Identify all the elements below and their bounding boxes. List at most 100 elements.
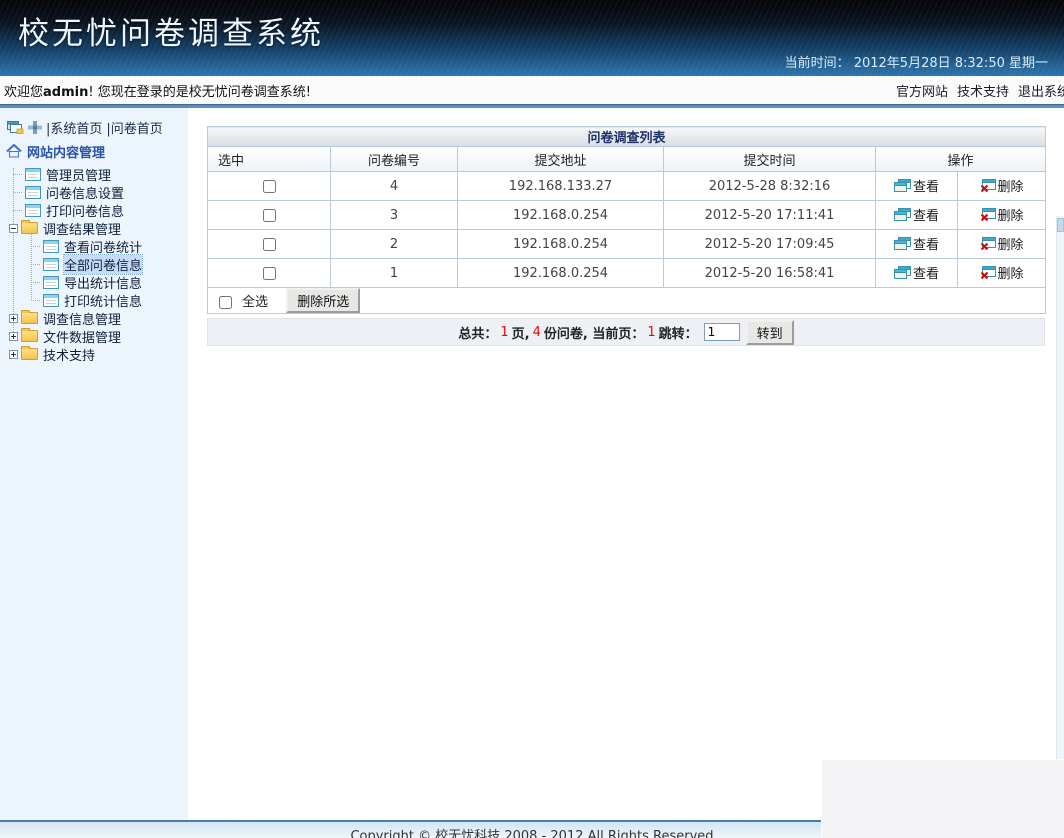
sidebar-item-label[interactable]: 技术支持 — [43, 345, 95, 364]
select-all-checkbox[interactable] — [219, 296, 232, 309]
content: |系统首页 |问卷首页 网站内容管理 管理员管理 — [0, 108, 1064, 820]
delete-icon — [980, 266, 996, 279]
col-header-ops: 操作 — [876, 147, 1046, 172]
sidebar-item-label[interactable]: 打印问卷信息 — [46, 201, 124, 220]
select-all-label: 全选 — [242, 295, 268, 310]
page-icon — [43, 258, 59, 271]
page-icon — [25, 186, 41, 199]
delete-selected-button[interactable]: 删除所选 — [286, 288, 360, 313]
system-home-link[interactable]: |系统首页 — [46, 118, 102, 137]
delete-link[interactable]: 删除 — [980, 234, 1024, 253]
sidebar-item-admin-manage[interactable]: 管理员管理 — [0, 165, 188, 183]
tree-connector — [13, 192, 22, 193]
row-checkbox[interactable] — [263, 238, 276, 251]
delete-link[interactable]: 删除 — [980, 205, 1024, 224]
delete-label: 删除 — [998, 176, 1024, 195]
pagination-pages-suffix: 页, — [512, 323, 530, 342]
sidebar-item-label-selected[interactable]: 全部问卷信息 — [64, 255, 142, 274]
table-footer-row: 全选 删除所选 — [208, 288, 1046, 314]
sidebar-item-all-survey-info[interactable]: 全部问卷信息 — [0, 255, 188, 273]
sidebar-item-label[interactable]: 管理员管理 — [46, 165, 111, 184]
pagination-jump-label: 跳转： — [659, 323, 698, 342]
scrollbar-thumb[interactable] — [1057, 218, 1064, 232]
pagination-total-pages: 1 — [500, 325, 508, 340]
sidebar-item-label[interactable]: 调查信息管理 — [43, 309, 121, 328]
view-icon — [894, 237, 911, 250]
col-header-select: 选中 — [208, 147, 331, 172]
delete-label: 删除 — [998, 263, 1024, 282]
tech-support-link[interactable]: 技术支持 — [957, 81, 1009, 100]
sidebar-item-print-stats[interactable]: 打印统计信息 — [0, 291, 188, 309]
sidebar-item-file-data-manage[interactable]: 文件数据管理 — [0, 327, 188, 345]
sidebar-tree: 管理员管理 问卷信息设置 打印问卷信息 调查结果管理 — [0, 165, 188, 363]
delete-label: 删除 — [998, 234, 1024, 253]
official-site-link[interactable]: 官方网站 — [896, 81, 948, 100]
sidebar-item-label[interactable]: 导出统计信息 — [64, 273, 142, 292]
scrollbar[interactable] — [1056, 216, 1064, 838]
collapse-icon[interactable] — [9, 224, 18, 233]
pagination-total-label: 总共： — [458, 323, 497, 342]
expand-icon[interactable] — [9, 332, 18, 341]
sidebar-item-print-survey-info[interactable]: 打印问卷信息 — [0, 201, 188, 219]
sidebar-item-label[interactable]: 打印统计信息 — [64, 291, 142, 310]
app-title: 校无忧问卷调查系统 — [18, 8, 324, 53]
expand-icon[interactable] — [9, 350, 18, 359]
page-icon — [43, 294, 59, 307]
col-header-time: 提交时间 — [664, 147, 876, 172]
row-checkbox[interactable] — [263, 209, 276, 222]
pagination-bar: 总共： 1 页, 4 份问卷, 当前页： 1 跳转： 转到 — [207, 318, 1045, 346]
sidebar-item-label[interactable]: 文件数据管理 — [43, 327, 121, 346]
sidebar-item-tech-support[interactable]: 技术支持 — [0, 345, 188, 363]
sidebar-item-label[interactable]: 调查结果管理 — [43, 219, 121, 238]
view-label: 查看 — [913, 263, 939, 282]
page-icon — [25, 204, 41, 217]
sidebar-item-site-content[interactable]: 网站内容管理 — [27, 142, 105, 161]
page-icon — [43, 276, 59, 289]
view-link[interactable]: 查看 — [894, 263, 939, 282]
page-icon — [25, 168, 41, 181]
sidebar-item-survey-info-setting[interactable]: 问卷信息设置 — [0, 183, 188, 201]
current-time: 当前时间： 2012年5月28日 8:32:50 星期一 — [785, 52, 1048, 71]
table-row: 4 192.168.133.27 2012-5-28 8:32:16 查看 删除 — [208, 172, 1046, 201]
submit-time: 2012-5-20 16:58:41 — [664, 259, 876, 288]
sidebar-item-survey-info-manage[interactable]: 调查信息管理 — [0, 309, 188, 327]
page-jump-input[interactable] — [704, 323, 740, 341]
tree-connector — [13, 210, 22, 211]
folder-icon — [21, 312, 38, 324]
folder-open-icon — [21, 222, 38, 234]
survey-home-link[interactable]: |问卷首页 — [106, 118, 162, 137]
view-label: 查看 — [913, 234, 939, 253]
logout-link[interactable]: 退出系统 — [1018, 81, 1064, 100]
delete-icon — [980, 237, 996, 250]
sidebar-item-label[interactable]: 问卷信息设置 — [46, 183, 124, 202]
sidebar-item-export-stats[interactable]: 导出统计信息 — [0, 273, 188, 291]
delete-link[interactable]: 删除 — [980, 176, 1024, 195]
row-checkbox[interactable] — [263, 180, 276, 193]
sidebar: |系统首页 |问卷首页 网站内容管理 管理员管理 — [0, 108, 188, 820]
expand-icon[interactable] — [9, 314, 18, 323]
sidebar-item-label[interactable]: 查看问卷统计 — [64, 237, 142, 256]
submit-ip: 192.168.0.254 — [458, 201, 664, 230]
banner: 校无忧问卷调查系统 当前时间： 2012年5月28日 8:32:50 星期一 — [0, 0, 1064, 76]
view-icon — [894, 179, 911, 192]
sidebar-item-view-survey-stats[interactable]: 查看问卷统计 — [0, 237, 188, 255]
home-icon — [6, 144, 22, 158]
tree-connector — [31, 300, 40, 301]
page: 校无忧问卷调查系统 当前时间： 2012年5月28日 8:32:50 星期一 欢… — [0, 0, 1064, 838]
view-link[interactable]: 查看 — [894, 176, 939, 195]
submit-ip: 192.168.133.27 — [458, 172, 664, 201]
page-icon — [43, 240, 59, 253]
view-label: 查看 — [913, 205, 939, 224]
go-button[interactable]: 转到 — [746, 320, 794, 345]
sidebar-item-result-manage[interactable]: 调查结果管理 — [0, 219, 188, 237]
view-link[interactable]: 查看 — [894, 234, 939, 253]
survey-table: 问卷调查列表 选中 问卷编号 提交地址 提交时间 操作 4 192.168.13… — [207, 126, 1046, 314]
submit-time: 2012-5-20 17:09:45 — [664, 230, 876, 259]
delete-link[interactable]: 删除 — [980, 263, 1024, 282]
view-link[interactable]: 查看 — [894, 205, 939, 224]
main-panel: 问卷调查列表 选中 问卷编号 提交地址 提交时间 操作 4 192.168.13… — [188, 108, 1064, 820]
col-header-id: 问卷编号 — [331, 147, 458, 172]
table-row: 1 192.168.0.254 2012-5-20 16:58:41 查看 删除 — [208, 259, 1046, 288]
view-icon — [894, 266, 911, 279]
row-checkbox[interactable] — [263, 267, 276, 280]
